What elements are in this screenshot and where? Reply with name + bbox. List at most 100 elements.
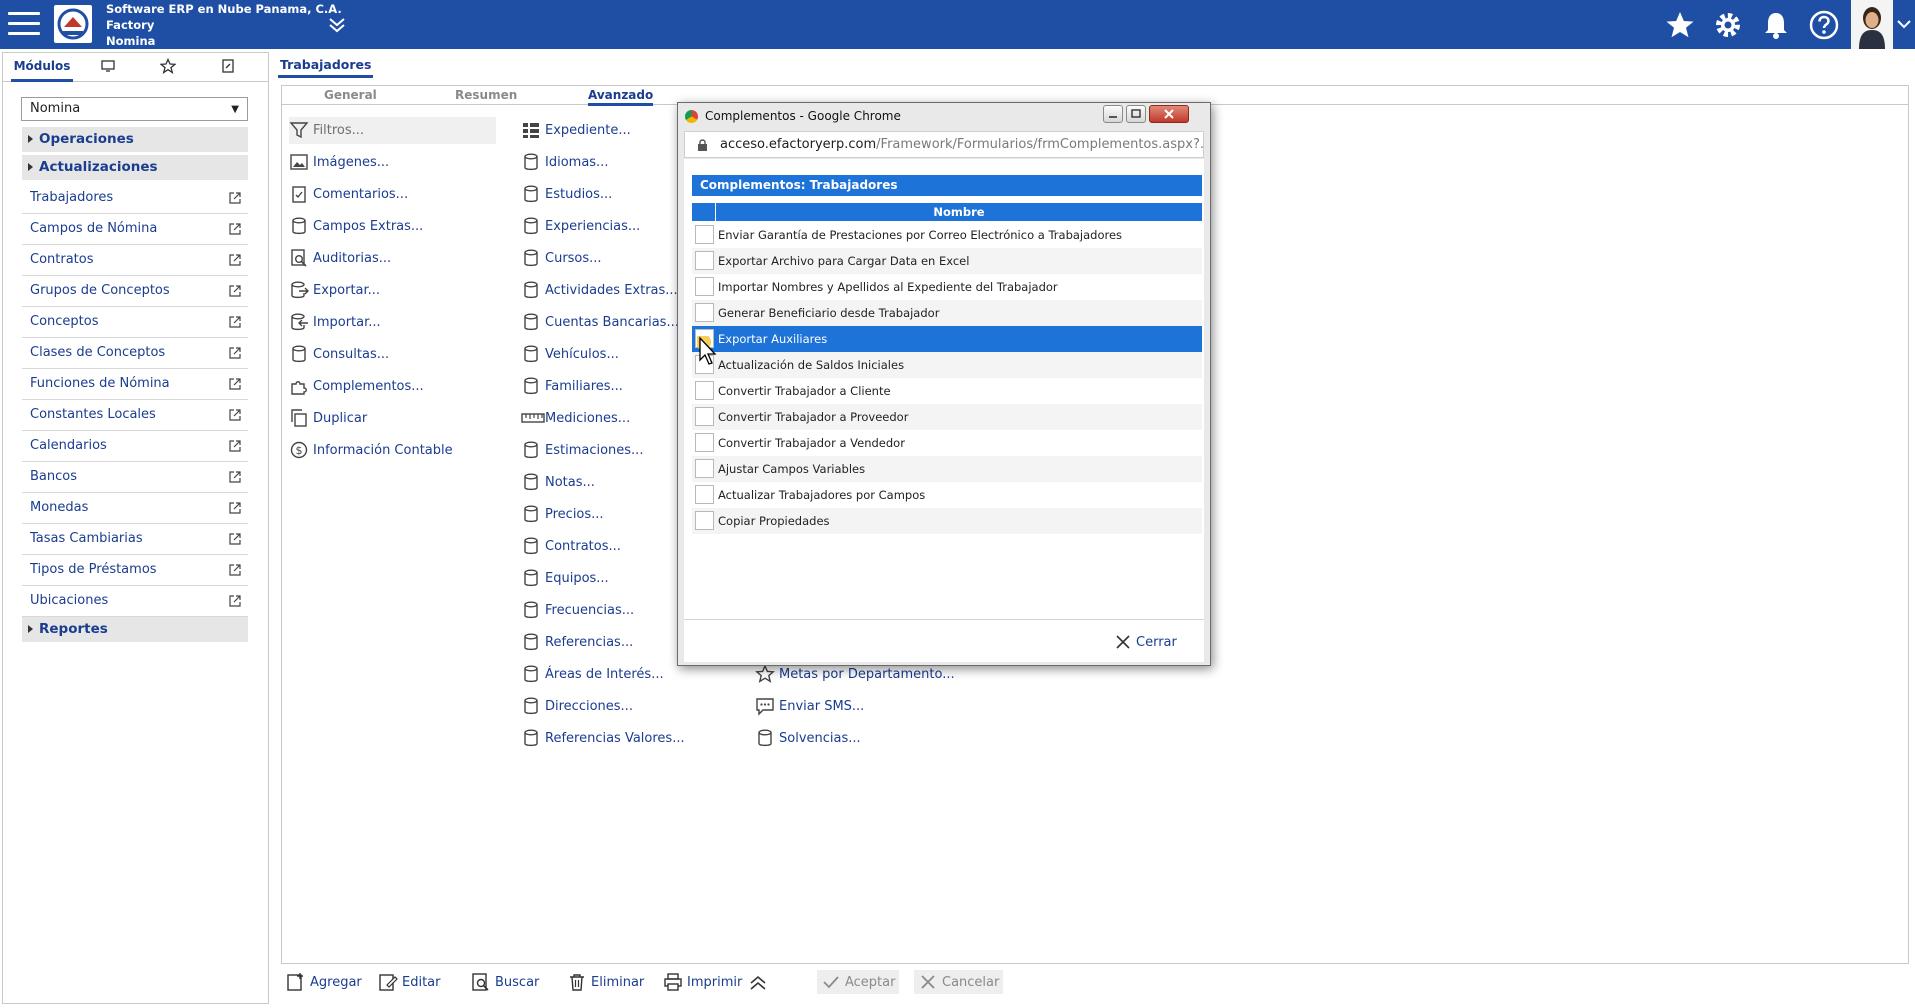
- row-checkbox[interactable]: [695, 459, 714, 478]
- action-item[interactable]: Vehículos...: [521, 341, 619, 367]
- sidebar-item[interactable]: Funciones de Nómina: [22, 369, 248, 400]
- grid-row[interactable]: Convertir Trabajador a Vendedor: [692, 430, 1202, 456]
- row-checkbox[interactable]: [695, 433, 714, 452]
- tab-notes[interactable]: [213, 53, 243, 82]
- sidebar-item[interactable]: Trabajadores: [22, 183, 248, 214]
- row-checkbox[interactable]: [695, 407, 714, 426]
- action-item[interactable]: Cuentas Bancarias...: [521, 309, 679, 335]
- sidebar-item[interactable]: Contratos: [22, 245, 248, 276]
- add-button[interactable]: Agregar: [282, 970, 366, 994]
- row-checkbox[interactable]: [695, 251, 714, 270]
- row-checkbox[interactable]: [695, 511, 714, 530]
- grid-row[interactable]: Exportar Auxiliares: [692, 326, 1202, 352]
- collapse-icon[interactable]: [326, 14, 348, 36]
- subtab-general[interactable]: General: [324, 88, 377, 102]
- sidebar-item[interactable]: Constantes Locales: [22, 400, 248, 431]
- action-item[interactable]: Notas...: [521, 469, 595, 495]
- action-item[interactable]: Importar...: [289, 309, 381, 335]
- sidebar-item[interactable]: Calendarios: [22, 431, 248, 462]
- sidebar-item[interactable]: Conceptos: [22, 307, 248, 338]
- grid-row[interactable]: Ajustar Campos Variables: [692, 456, 1202, 482]
- external-link-icon[interactable]: [228, 377, 242, 391]
- action-item[interactable]: Frecuencias...: [521, 597, 634, 623]
- expand-up-button[interactable]: [744, 970, 776, 994]
- grid-row[interactable]: Exportar Archivo para Cargar Data en Exc…: [692, 248, 1202, 274]
- external-link-icon[interactable]: [228, 315, 242, 329]
- action-item[interactable]: Equipos...: [521, 565, 609, 591]
- accept-button[interactable]: Aceptar: [817, 970, 900, 994]
- action-item[interactable]: Contratos...: [521, 533, 621, 559]
- action-item[interactable]: Complementos...: [289, 373, 424, 399]
- sidebar-item[interactable]: Tipos de Préstamos: [22, 555, 248, 586]
- external-link-icon[interactable]: [228, 439, 242, 453]
- section-actualizaciones[interactable]: Actualizaciones: [22, 155, 248, 180]
- row-checkbox[interactable]: [695, 381, 714, 400]
- close-button[interactable]: Cerrar: [1114, 631, 1177, 653]
- action-item[interactable]: Solvencias...: [755, 725, 861, 751]
- sidebar-item[interactable]: Monedas: [22, 493, 248, 524]
- action-item[interactable]: Consultas...: [289, 341, 389, 367]
- action-item[interactable]: Mediciones...: [521, 405, 630, 431]
- edit-button[interactable]: Editar: [374, 970, 445, 994]
- grid-row[interactable]: Actualización de Saldos Iniciales: [692, 352, 1202, 378]
- address-bar[interactable]: acceso.efactoryerp.com/Framework/Formula…: [684, 131, 1204, 158]
- grid-row[interactable]: Actualizar Trabajadores por Campos: [692, 482, 1202, 508]
- action-item[interactable]: Campos Extras...: [289, 213, 423, 239]
- sidebar-item[interactable]: Campos de Nómina: [22, 214, 248, 245]
- external-link-icon[interactable]: [228, 408, 242, 422]
- external-link-icon[interactable]: [228, 501, 242, 515]
- popup-titlebar[interactable]: Complementos - Google Chrome: [678, 103, 1210, 129]
- subtab-avanzado[interactable]: Avanzado: [588, 88, 654, 106]
- external-link-icon[interactable]: [228, 222, 242, 236]
- action-item[interactable]: Enviar SMS...: [755, 693, 864, 719]
- action-item[interactable]: Filtros...: [289, 117, 364, 143]
- section-reportes[interactable]: Reportes: [22, 617, 248, 642]
- action-item[interactable]: Duplicar: [289, 405, 367, 431]
- action-item[interactable]: Actividades Extras...: [521, 277, 678, 303]
- action-item[interactable]: Auditorias...: [289, 245, 391, 271]
- action-item[interactable]: Precios...: [521, 501, 604, 527]
- action-item[interactable]: Idiomas...: [521, 149, 608, 175]
- action-item[interactable]: Estimaciones...: [521, 437, 643, 463]
- gear-icon[interactable]: [1712, 9, 1744, 41]
- action-item[interactable]: Estudios...: [521, 181, 612, 207]
- row-checkbox[interactable]: [695, 277, 714, 296]
- sidebar-item[interactable]: Bancos: [22, 462, 248, 493]
- grid-row[interactable]: Generar Beneficiario desde Trabajador: [692, 300, 1202, 326]
- action-item[interactable]: Familiares...: [521, 373, 623, 399]
- sidebar-item[interactable]: Clases de Conceptos: [22, 338, 248, 369]
- action-item[interactable]: Expediente...: [521, 117, 631, 143]
- external-link-icon[interactable]: [228, 563, 242, 577]
- hamburger-icon[interactable]: [8, 12, 40, 36]
- external-link-icon[interactable]: [228, 191, 242, 205]
- external-link-icon[interactable]: [228, 346, 242, 360]
- print-button[interactable]: Imprimir: [659, 970, 746, 994]
- external-link-icon[interactable]: [228, 284, 242, 298]
- action-item[interactable]: Exportar...: [289, 277, 380, 303]
- grid-row[interactable]: Copiar Propiedades: [692, 508, 1202, 534]
- window-close-button[interactable]: [1149, 105, 1189, 123]
- grid-row[interactable]: Enviar Garantía de Prestaciones por Corr…: [692, 222, 1202, 248]
- external-link-icon[interactable]: [228, 470, 242, 484]
- row-checkbox[interactable]: [695, 303, 714, 322]
- tab-modules[interactable]: Módulos: [11, 53, 73, 82]
- action-item[interactable]: $ Información Contable: [289, 437, 453, 463]
- action-item[interactable]: Direcciones...: [521, 693, 633, 719]
- tab-trabajadores[interactable]: Trabajadores: [278, 52, 374, 78]
- star-icon[interactable]: [1664, 9, 1696, 41]
- user-avatar[interactable]: [1851, 0, 1893, 49]
- action-item[interactable]: Referencias Valores...: [521, 725, 685, 751]
- section-operaciones[interactable]: Operaciones: [22, 127, 248, 152]
- action-item[interactable]: Referencias...: [521, 629, 633, 655]
- grid-row[interactable]: Importar Nombres y Apellidos al Expedien…: [692, 274, 1202, 300]
- external-link-icon[interactable]: [228, 253, 242, 267]
- external-link-icon[interactable]: [228, 594, 242, 608]
- sidebar-item[interactable]: Grupos de Conceptos: [22, 276, 248, 307]
- subtab-resumen[interactable]: Resumen: [455, 88, 517, 102]
- chevron-down-icon[interactable]: [1895, 14, 1913, 34]
- action-item[interactable]: Áreas de Interés...: [521, 661, 664, 687]
- grid-row[interactable]: Convertir Trabajador a Cliente: [692, 378, 1202, 404]
- sidebar-item[interactable]: Ubicaciones: [22, 586, 248, 617]
- search-button[interactable]: Buscar: [467, 970, 543, 994]
- grid-row[interactable]: Convertir Trabajador a Proveedor: [692, 404, 1202, 430]
